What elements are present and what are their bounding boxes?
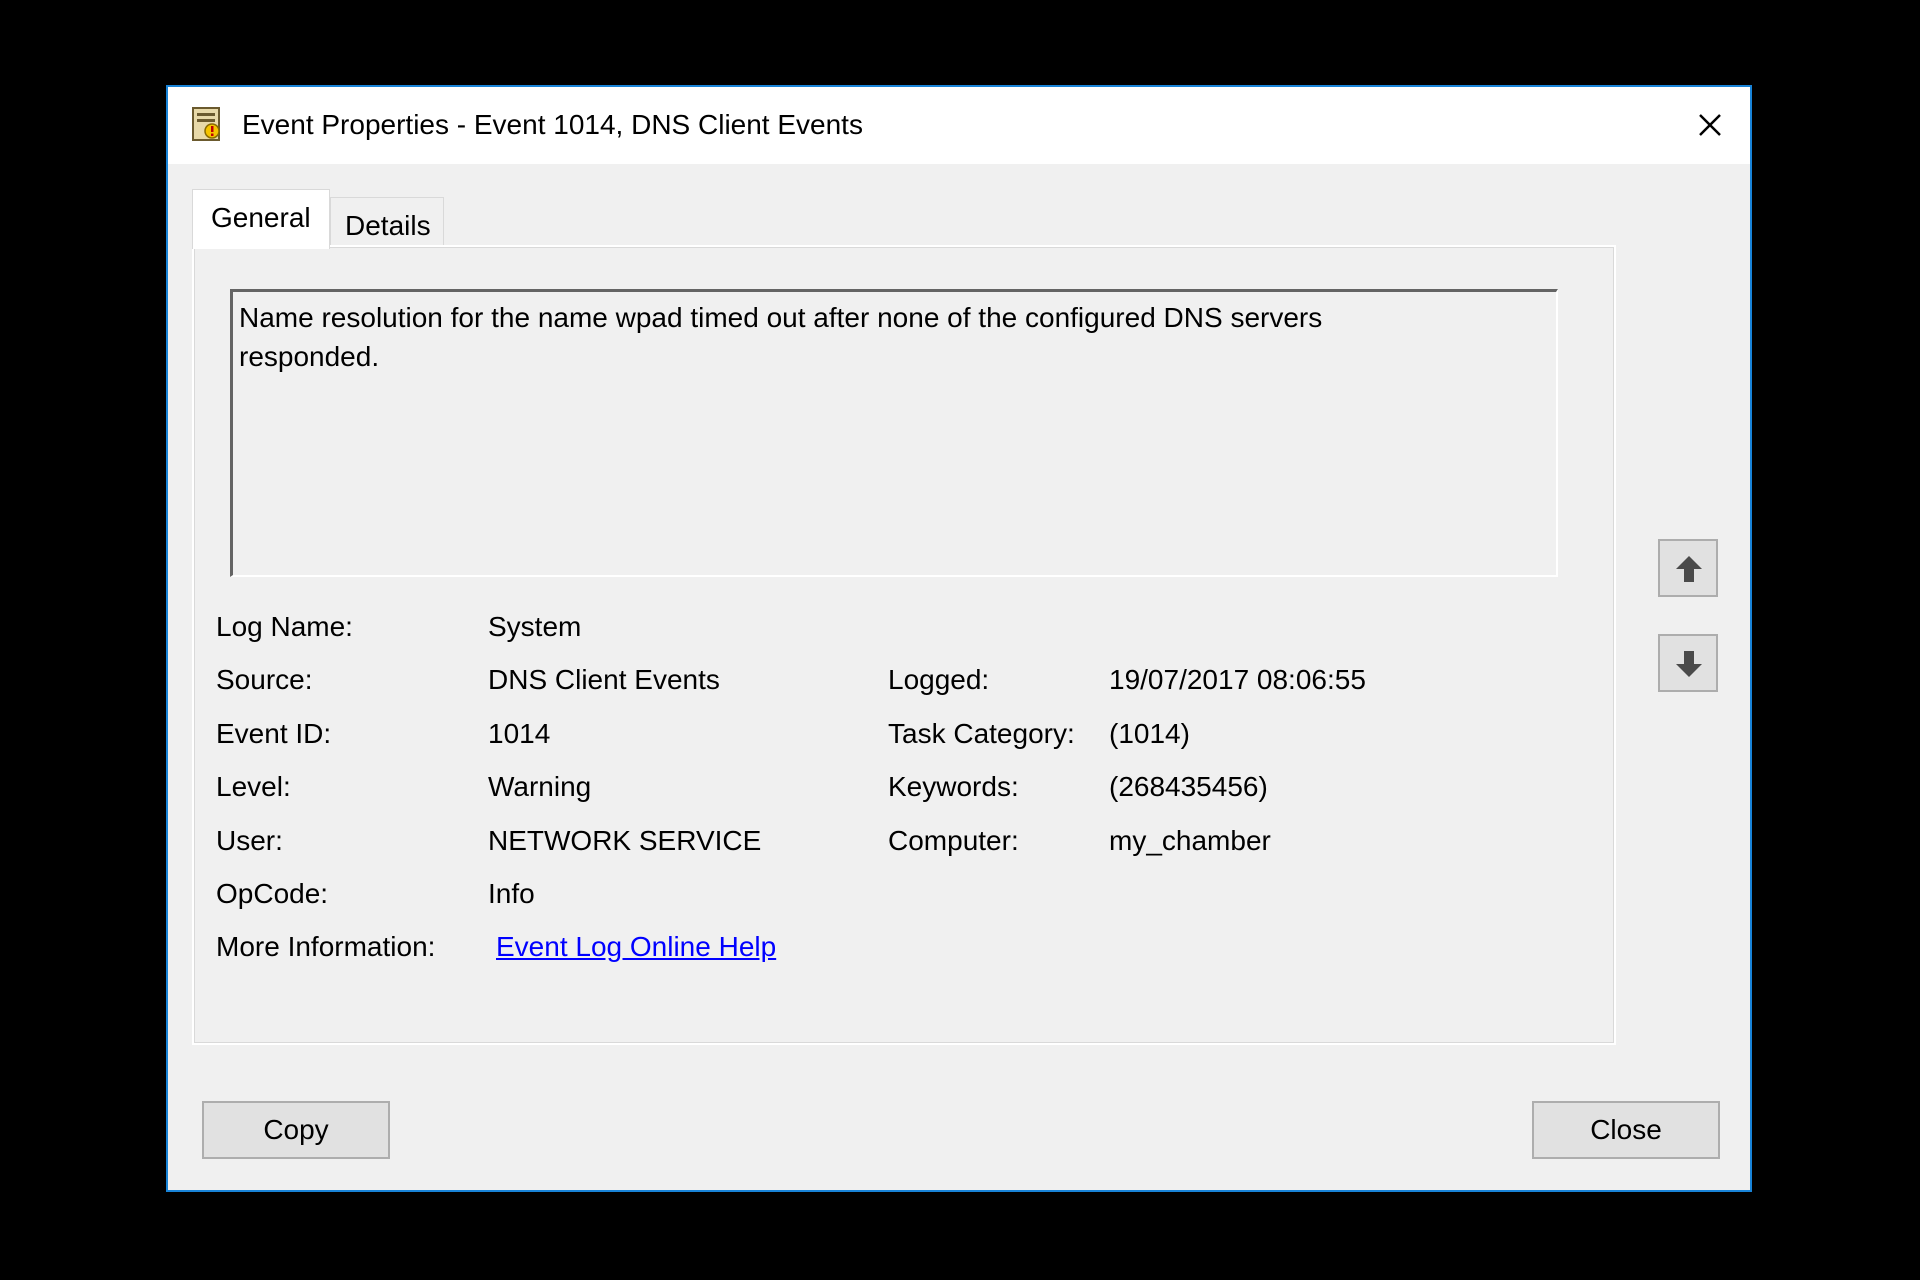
event-log-online-help-link[interactable]: Event Log Online Help xyxy=(496,929,776,965)
user-label: User: xyxy=(216,825,283,856)
computer-label: Computer: xyxy=(888,825,1019,856)
title-bar: Event Properties - Event 1014, DNS Clien… xyxy=(168,87,1750,164)
event-id-value: 1014 xyxy=(488,718,551,749)
general-tab-panel: Name resolution for the name wpad timed … xyxy=(192,245,1616,1045)
event-properties-dialog: Event Properties - Event 1014, DNS Clien… xyxy=(166,85,1752,1192)
log-name-label: Log Name: xyxy=(216,611,353,642)
next-event-button[interactable] xyxy=(1658,634,1718,692)
window-title: Event Properties - Event 1014, DNS Clien… xyxy=(242,109,863,140)
logged-label: Logged: xyxy=(888,664,990,695)
tab-details[interactable]: Details xyxy=(330,197,444,249)
more-information-label: More Information: xyxy=(216,931,436,962)
level-value: Warning xyxy=(488,771,592,802)
logged-value: 19/07/2017 08:06:55 xyxy=(1109,664,1366,695)
event-viewer-icon xyxy=(192,107,224,143)
source-label: Source: xyxy=(216,664,313,695)
close-button[interactable]: Close xyxy=(1532,1101,1720,1159)
keywords-label: Keywords: xyxy=(888,771,1019,802)
log-name-value: System xyxy=(488,611,582,642)
keywords-value: (268435456) xyxy=(1109,771,1268,802)
task-category-label: Task Category: xyxy=(888,718,1075,749)
level-label: Level: xyxy=(216,771,291,802)
copy-button[interactable]: Copy xyxy=(202,1101,390,1159)
previous-event-button[interactable] xyxy=(1658,539,1718,597)
opcode-value: Info xyxy=(488,878,535,909)
task-category-value: (1014) xyxy=(1109,718,1190,749)
event-id-label: Event ID: xyxy=(216,718,332,749)
event-description-text: Name resolution for the name wpad timed … xyxy=(239,302,1323,372)
source-value: DNS Client Events xyxy=(488,664,720,695)
close-icon[interactable] xyxy=(1690,105,1730,145)
user-value: NETWORK SERVICE xyxy=(488,825,762,856)
opcode-label: OpCode: xyxy=(216,878,329,909)
event-description-box[interactable]: Name resolution for the name wpad timed … xyxy=(230,289,1558,577)
computer-value: my_chamber xyxy=(1109,825,1271,856)
tab-general[interactable]: General xyxy=(192,189,330,249)
